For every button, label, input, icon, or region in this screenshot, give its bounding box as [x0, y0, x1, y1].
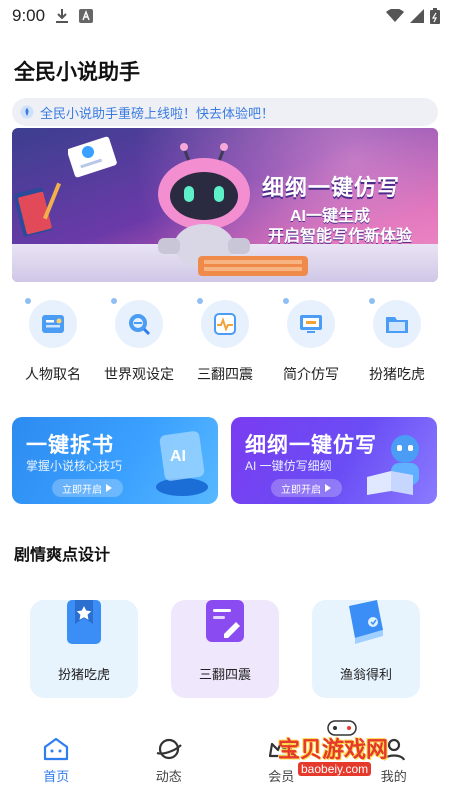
- nav-home[interactable]: 首页: [21, 736, 91, 785]
- nav-label: 首页: [43, 769, 70, 784]
- plot-label: 扮猪吃虎: [57, 667, 110, 682]
- feature-label: 简介仿写: [283, 366, 339, 382]
- status-time: 9:00: [12, 6, 46, 25]
- planet-icon: [156, 738, 182, 760]
- plot-icon-wrap: [341, 598, 391, 648]
- download-icon: [56, 9, 69, 23]
- book-icon: [349, 600, 383, 644]
- announcement-text: 全民小说助手重磅上线啦！快去体验吧！: [40, 105, 275, 121]
- app-notification-icon: [79, 9, 94, 23]
- ai-badge-illustration: AI: [156, 431, 208, 496]
- megaphone-icon: [20, 105, 34, 119]
- banner-headline: 细纲一键仿写: [262, 175, 401, 200]
- wifi-icon: [386, 9, 404, 22]
- hero-banner[interactable]: 细纲一键仿写 AI一键生成 开启智能写作新体验: [12, 128, 438, 282]
- feature-icon-wrap: [111, 298, 163, 348]
- battery-icon: [430, 8, 440, 24]
- banner-line-2: 开启智能写作新体验: [268, 228, 413, 245]
- promo-start-button[interactable]: 立即开启: [52, 479, 123, 497]
- bookmark-star-icon: [67, 600, 101, 644]
- plot-card-fishermans-gain[interactable]: 渔翁得利: [312, 600, 420, 698]
- books-illustration: [14, 182, 61, 237]
- promo-title: 细纲一键仿写: [245, 434, 377, 457]
- plot-card-underdog[interactable]: 扮猪吃虎: [30, 600, 138, 698]
- promo-subtitle: 掌握小说核心技巧: [26, 459, 123, 473]
- home-icon: [44, 737, 69, 761]
- monitor-icon: [300, 315, 322, 333]
- svg-text:AI: AI: [170, 448, 186, 465]
- plot-icon-wrap: [59, 598, 109, 648]
- promo-subtitle: AI 一键仿写细纲: [245, 459, 332, 473]
- feature-icon-wrap: [25, 298, 77, 348]
- feature-underdog[interactable]: 扮猪吃虎: [356, 298, 438, 390]
- folder-icon: [386, 317, 408, 333]
- nav-label: 动态: [155, 769, 182, 784]
- play-icon: [325, 484, 331, 492]
- announcement-bar[interactable]: 全民小说助手重磅上线啦！快去体验吧！: [12, 98, 438, 126]
- feature-icon-wrap: [283, 298, 335, 348]
- page-title: 全民小说助手: [14, 61, 140, 84]
- plot-label: 渔翁得利: [339, 667, 392, 682]
- watermark-title: 宝贝游戏网: [278, 737, 389, 762]
- signal-icon: [410, 9, 424, 23]
- feature-worldbuilding[interactable]: 世界观设定: [98, 298, 180, 390]
- feature-plot-twists[interactable]: 三翻四震: [184, 298, 266, 390]
- feature-character-naming[interactable]: 人物取名: [12, 298, 94, 390]
- section-title: 剧情爽点设计: [14, 547, 111, 564]
- pulse-icon: [214, 313, 236, 335]
- feature-label: 世界观设定: [104, 366, 174, 382]
- nav-feed[interactable]: 动态: [134, 736, 204, 785]
- promo-title: 一键拆书: [26, 434, 114, 457]
- status-bar: 9:00: [0, 0, 450, 32]
- feature-icon-wrap: [197, 298, 249, 348]
- search-globe-icon: [129, 314, 151, 336]
- robot-reader-illustration: [367, 435, 419, 495]
- promo-button-label: 立即开启: [62, 484, 102, 496]
- floating-card-illustration: [68, 136, 117, 178]
- promo-card-outline-rewrite[interactable]: 细纲一键仿写 AI 一键仿写细纲 立即开启: [231, 417, 437, 504]
- promo-card-book-breakdown[interactable]: 一键拆书 掌握小说核心技巧 立即开启 AI: [12, 417, 218, 504]
- plot-label: 三翻四震: [198, 667, 251, 682]
- plot-icon-wrap: [200, 598, 250, 648]
- promo-button-label: 立即开启: [281, 484, 321, 496]
- keyboard-illustration: [198, 256, 308, 276]
- feature-label: 人物取名: [25, 366, 81, 382]
- feature-label: 扮猪吃虎: [369, 366, 425, 382]
- plot-card-row: 扮猪吃虎 三翻四震 渔翁得利: [30, 600, 420, 700]
- watermark: 宝贝游戏网 baobeiy.com: [278, 718, 428, 780]
- watermark-url: baobeiy.com: [298, 762, 372, 776]
- play-icon: [106, 484, 112, 492]
- feature-label: 三翻四震: [197, 366, 253, 382]
- id-card-icon: [42, 315, 64, 333]
- feature-synopsis-rewrite[interactable]: 简介仿写: [270, 298, 352, 390]
- plot-card-plot-twists[interactable]: 三翻四震: [171, 600, 279, 698]
- notebook-pen-icon: [206, 600, 244, 642]
- feature-grid: 人物取名 世界观设定 三翻四震 简介仿写 扮猪吃虎: [12, 298, 438, 390]
- feature-icon-wrap: [369, 298, 421, 348]
- promo-start-button[interactable]: 立即开启: [271, 479, 342, 497]
